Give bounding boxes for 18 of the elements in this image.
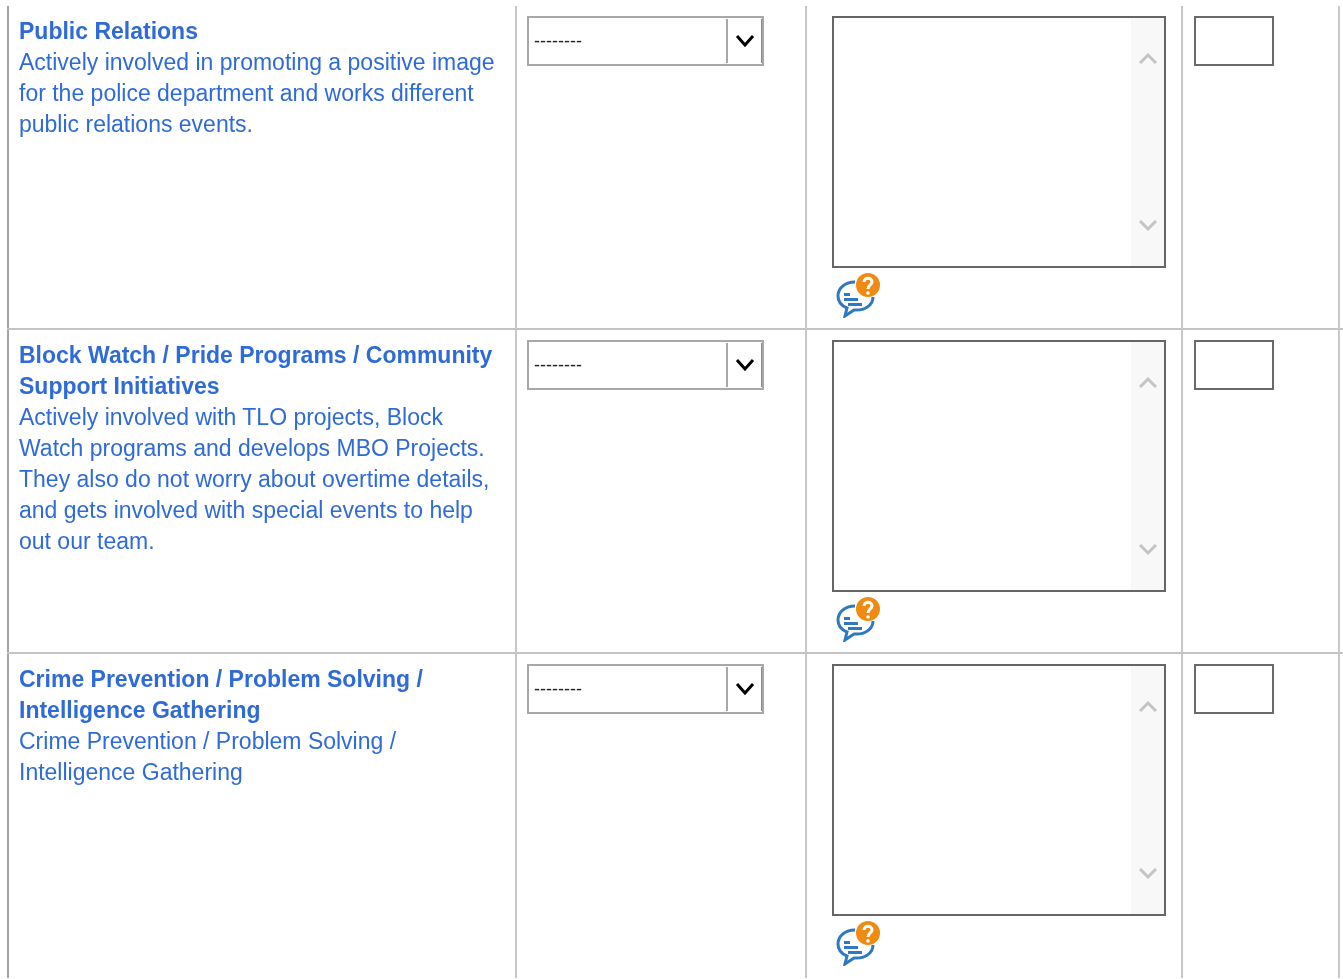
help-chat-icon[interactable] [835,272,883,318]
rating-dropdown[interactable]: -------- [527,340,764,390]
caret-icon [734,683,755,695]
criterion-title: Crime Prevention / Problem Solving / Intelligence Gathering [19,665,424,725]
criterion-description: Crime Prevention / Problem Solving / Intelligence Gathering [19,727,398,787]
criterion-title: Block Watch / Pride Programs / Community Support Initiatives [19,341,494,401]
criterion-description: Actively involved with TLO projects, Block Watch programs and develops MBO Projects. They also do not worry about overtime details, and gets involved with special events to help out our team. [19,403,491,556]
score-input[interactable] [1194,340,1274,390]
help-chat-icon[interactable] [835,920,883,966]
score-input[interactable] [1194,664,1274,714]
score-input[interactable] [1194,16,1274,66]
caret-icon [734,35,755,47]
rating-dropdown[interactable]: -------- [527,664,764,714]
caret-icon [734,359,755,371]
criterion-title: Public Relations [19,17,199,46]
help-chat-icon[interactable] [835,596,883,642]
criterion-description: Actively involved in promoting a positive image for the police department and works different public relations events. [19,48,496,139]
rating-dropdown[interactable]: -------- [527,16,764,66]
